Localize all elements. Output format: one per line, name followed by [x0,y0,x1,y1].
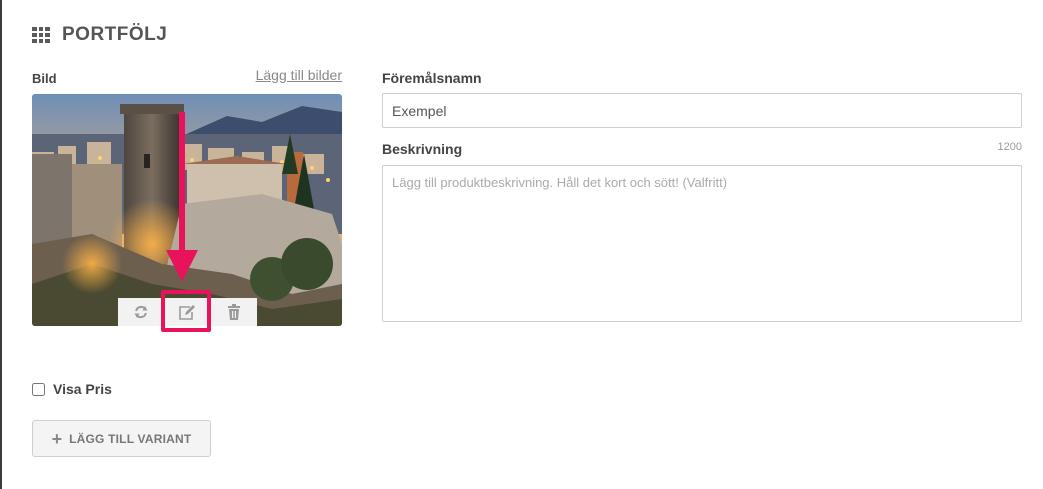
description-label: Beskrivning [382,141,463,157]
pointer-arrow [166,112,198,282]
description-input[interactable] [382,165,1022,322]
edit-button-highlight [161,290,211,332]
image-label: Bild [32,71,57,86]
refresh-icon [134,305,148,319]
show-price-label: Visa Pris [53,381,112,397]
grid-icon [32,27,50,43]
delete-image-button[interactable] [211,298,257,326]
add-images-link[interactable]: Lägg till bilder [256,67,342,83]
plus-icon: + [51,428,63,449]
char-counter: 1200 [997,141,1022,153]
trash-icon [227,304,240,320]
item-name-label: Föremålsnamn [382,70,482,86]
item-name-input[interactable] [382,93,1022,128]
show-price-row: Visa Pris [32,381,112,397]
add-variant-button[interactable]: + LÄGG TILL VARIANT [32,420,211,457]
section-header: PORTFÖLJ [32,24,167,46]
replace-image-button[interactable] [118,298,164,326]
show-price-checkbox[interactable] [32,382,45,396]
add-variant-label: LÄGG TILL VARIANT [69,431,192,446]
page-title: PORTFÖLJ [62,24,168,45]
window-edge [0,0,2,489]
